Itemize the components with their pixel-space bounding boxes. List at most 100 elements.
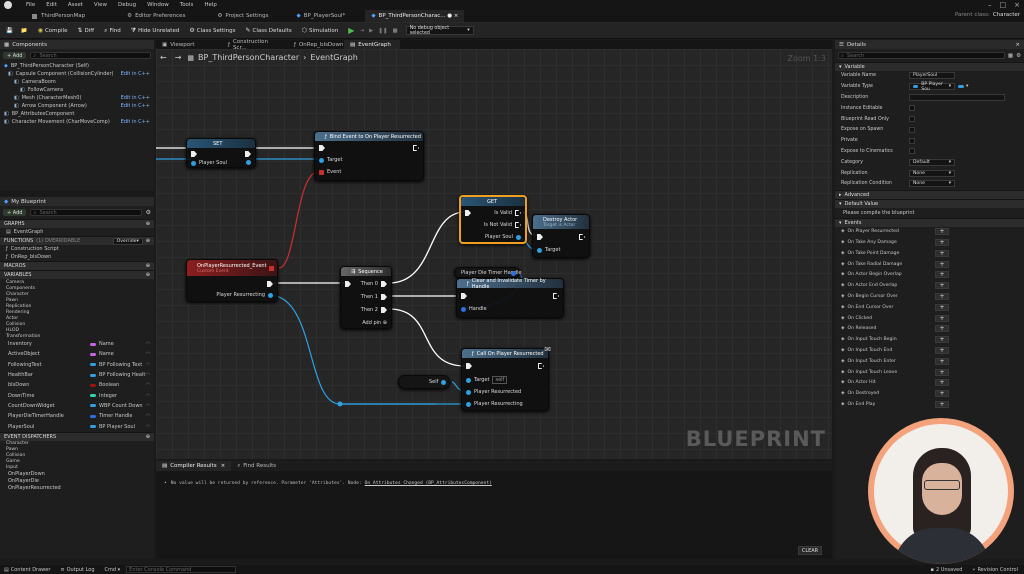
save-icon[interactable]: 💾 xyxy=(6,28,13,34)
menu-edit[interactable]: Edit xyxy=(46,2,57,8)
variable-type[interactable]: Integer xyxy=(90,393,117,399)
content-drawer-button[interactable]: ▤ Content Drawer xyxy=(4,567,50,573)
sequence-node[interactable]: ⇶ Sequence Then 0 Then 1 Then 2 Add pin ⊕ xyxy=(340,266,392,329)
menu-tools[interactable]: Tools xyxy=(180,2,194,8)
function-item[interactable]: ƒ OnRep_bIsDown xyxy=(0,253,154,261)
find-button[interactable]: ⌕ Find xyxy=(104,27,121,35)
debug-object-dropdown[interactable]: No debug object selected ▾ xyxy=(405,26,474,36)
advanced-section[interactable]: ▸ Advanced xyxy=(835,189,1024,199)
close-icon[interactable]: × xyxy=(1015,42,1020,48)
components-search-input[interactable]: ⌕ Search xyxy=(30,52,151,59)
function-item[interactable]: ƒ Construction Script xyxy=(0,245,154,253)
destroy-actor-node[interactable]: Destroy Actor Target is Actor Target xyxy=(532,214,590,258)
exec-in-pin[interactable] xyxy=(461,293,470,299)
self-default-value[interactable]: self xyxy=(492,376,508,384)
add-event-button[interactable]: + xyxy=(935,228,949,236)
add-event-button[interactable]: + xyxy=(935,336,949,344)
variables-section[interactable]: VARIABLES ⊕ xyxy=(0,270,154,279)
exec-out-pin[interactable] xyxy=(579,234,585,240)
diff-button[interactable]: ⇅ Diff xyxy=(77,27,94,34)
visibility-eye-icon[interactable]: ◠ xyxy=(146,372,150,378)
menu-view[interactable]: View xyxy=(94,2,107,8)
custom-event-node[interactable]: OnPlayerResurrected_Event Custom Event P… xyxy=(186,259,278,302)
tab-viewport[interactable]: ▣ Viewport xyxy=(156,40,222,49)
add-icon[interactable]: ⊕ xyxy=(146,263,150,269)
variable-item[interactable]: PlayerSoul BP Player Soul ◠ xyxy=(0,421,154,431)
edit-in-cpp-link[interactable]: Edit in C++ xyxy=(121,103,150,109)
gear-icon[interactable]: ⚙ xyxy=(146,209,151,216)
event-graph-canvas[interactable]: ← → ▦ BP_ThirdPersonCharacter › EventGra… xyxy=(156,49,832,459)
override-dropdown[interactable]: Override ▾ xyxy=(112,237,143,245)
menu-file[interactable]: File xyxy=(26,2,35,8)
close-icon[interactable]: × xyxy=(221,463,226,469)
tab-construction-script[interactable]: ƒ Construction Scr... xyxy=(222,39,288,51)
close-icon[interactable]: × xyxy=(1014,1,1020,9)
variable-item[interactable]: ActiveObject Name ◠ xyxy=(0,349,154,359)
self-reference-node[interactable]: Self xyxy=(398,375,450,389)
gear-icon[interactable]: ⚙ xyxy=(1016,53,1021,59)
self-out-pin[interactable] xyxy=(441,380,446,385)
tab-project-settings[interactable]: ⚙ Project Settings xyxy=(211,10,274,22)
add-component-button[interactable]: + Add xyxy=(3,52,27,59)
variable-type-picker[interactable]: BP Player Sou ▾ xyxy=(909,82,955,92)
visibility-eye-icon[interactable]: ◠ xyxy=(146,362,150,368)
exec-out-pin[interactable] xyxy=(245,151,251,157)
browse-icon[interactable]: 📁 xyxy=(21,28,28,34)
variable-section[interactable]: ▾ Variable xyxy=(835,62,1024,71)
visibility-eye-icon[interactable]: ◠ xyxy=(146,413,150,419)
add-event-button[interactable]: + xyxy=(935,271,949,279)
exec-out-pin[interactable] xyxy=(538,363,544,369)
add-event-button[interactable]: + xyxy=(935,346,949,354)
property-checkbox[interactable] xyxy=(909,126,915,133)
add-event-button[interactable]: + xyxy=(935,260,949,268)
clear-button[interactable]: CLEAR xyxy=(798,546,822,555)
unsaved-indicator[interactable]: ▪ 2 Unsaved xyxy=(931,567,963,573)
property-checkbox[interactable] xyxy=(909,105,915,112)
handle-pin[interactable]: Handle xyxy=(461,306,487,312)
target-pin[interactable]: Target xyxy=(537,247,560,253)
target-pin[interactable]: Target self xyxy=(466,376,508,384)
class-settings-button[interactable]: ⚙ Class Settings xyxy=(189,27,235,34)
property-dropdown[interactable]: Default ▾ xyxy=(909,158,955,166)
component-item[interactable]: ◧ BP_AttributesComponent xyxy=(0,110,154,118)
exec-in-pin[interactable] xyxy=(537,234,546,240)
property-text-input[interactable] xyxy=(909,93,1005,101)
exec-out-pin[interactable] xyxy=(413,145,419,151)
property-checkbox[interactable] xyxy=(909,148,915,155)
player-resurrecting-pin[interactable]: Player Resurrecting xyxy=(466,401,523,407)
add-icon[interactable]: ⊕ xyxy=(146,434,150,440)
chevron-down-icon[interactable]: ▾ xyxy=(966,84,968,89)
add-icon[interactable]: ⊕ xyxy=(146,221,150,227)
graphs-section[interactable]: GRAPHS ⊕ xyxy=(0,219,154,228)
functions-section[interactable]: FUNCTIONS (1) OVERRIDABLE Override ▾ ⊕ xyxy=(0,236,154,245)
set-player-soul-node[interactable]: SET Player Soul xyxy=(186,138,256,168)
variable-type[interactable]: Boolean xyxy=(90,382,119,388)
variable-type[interactable]: Timer Handle xyxy=(90,413,133,419)
delegate-out-pin[interactable] xyxy=(269,266,274,271)
property-dropdown[interactable]: None ▾ xyxy=(909,180,955,188)
visibility-eye-icon[interactable]: ◠ xyxy=(146,393,150,399)
step-icon[interactable]: ⇥ xyxy=(359,28,364,34)
add-icon[interactable]: ⊕ xyxy=(146,272,150,278)
variable-item[interactable]: DownTime Integer ◠ xyxy=(0,390,154,400)
is-valid-pin[interactable]: Is Valid xyxy=(494,210,521,216)
variable-type[interactable]: BP Following Healt xyxy=(90,372,145,378)
exec-in-pin[interactable] xyxy=(345,281,354,287)
details-search-input[interactable]: ⌕ Search xyxy=(838,52,1005,59)
visibility-eye-icon[interactable]: ◠ xyxy=(146,424,150,430)
event-dispatchers-section[interactable]: EVENT DISPATCHERS ⊕ xyxy=(0,431,154,441)
tab-editor-preferences[interactable]: ⚙ Editor Preferences xyxy=(121,10,191,22)
resume-icon[interactable]: ▶ xyxy=(369,28,373,34)
clear-timer-node[interactable]: ƒ Clear and Invalidate Timer by Handle Ha… xyxy=(456,278,564,318)
simulation-button[interactable]: ⬡ Simulation xyxy=(302,27,339,34)
tab-bp-playersoul[interactable]: ◆ BP_PlayerSoul* xyxy=(291,10,352,22)
cmd-dropdown[interactable]: Cmd ▾ xyxy=(105,567,121,573)
component-item[interactable]: ◧ CameraBoom xyxy=(0,78,154,86)
compile-button[interactable]: ◉ Compile xyxy=(38,27,68,34)
property-dropdown[interactable]: None ▾ xyxy=(909,169,955,177)
is-not-valid-pin[interactable]: Is Not Valid xyxy=(484,222,521,228)
tab-onrep-bisdown[interactable]: ƒ OnRep_bIsDown xyxy=(288,40,344,49)
edit-in-cpp-link[interactable]: Edit in C++ xyxy=(121,119,150,125)
component-item[interactable]: ◧ Mesh (CharacterMesh0) Edit in C++ xyxy=(0,94,154,102)
macros-section[interactable]: MACROS ⊕ xyxy=(0,261,154,270)
